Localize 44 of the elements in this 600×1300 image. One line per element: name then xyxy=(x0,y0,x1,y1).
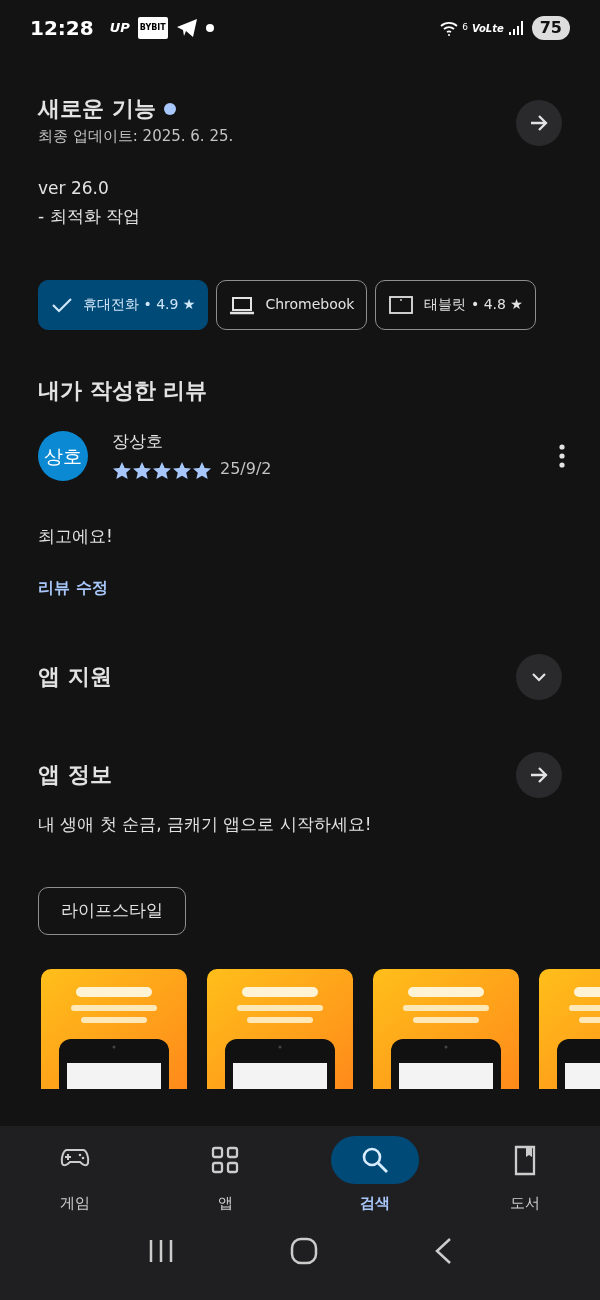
nav-tab[interactable]: 도서 xyxy=(450,1126,600,1216)
recent-apps-icon[interactable] xyxy=(148,1238,174,1263)
avatar: 상호 xyxy=(38,431,88,482)
edit-review-link[interactable]: 리뷰 수정 xyxy=(38,575,108,600)
dot-icon xyxy=(205,24,214,32)
release-note: ver 26.0 xyxy=(38,176,110,200)
section-title: 앱 지원 xyxy=(38,663,112,691)
update-date: 최종 업데이트: 2025. 6. 25. xyxy=(38,126,234,147)
battery-indicator: 75 xyxy=(531,16,570,40)
signal-icon xyxy=(507,20,524,36)
section-title: 새로운 기능 xyxy=(38,95,156,123)
nav-tab[interactable]: 앱 xyxy=(150,1126,300,1216)
device-filter-chip[interactable]: Chromebook xyxy=(216,279,368,330)
review-date: 25/9/2 xyxy=(220,458,272,480)
release-note: - 최적화 작업 xyxy=(38,204,141,228)
device-filter-chip[interactable]: 휴대전화 • 4.9 ★ xyxy=(38,279,209,330)
back-icon[interactable] xyxy=(434,1236,452,1265)
more-options-icon[interactable] xyxy=(558,444,566,469)
section-title: 내가 작성한 리뷰 xyxy=(38,376,209,405)
home-icon[interactable] xyxy=(290,1236,318,1265)
app-description: 내 생애 첫 순금, 금캐기 앱으로 시작하세요! xyxy=(38,812,373,836)
star-icon xyxy=(192,460,212,481)
reviewer-name: 장상호 xyxy=(112,429,164,453)
category-chip[interactable]: 라이프스타일 xyxy=(38,887,186,935)
wifi-icon xyxy=(440,20,459,36)
notification-logo: BYBIT xyxy=(137,17,168,39)
network-label: VoLte xyxy=(471,21,504,36)
send-icon xyxy=(175,18,198,38)
notification-logo: UP xyxy=(109,19,130,38)
star-icon xyxy=(132,460,152,481)
device-filter-chip[interactable]: 태블릿 • 4.8 ★ xyxy=(375,279,536,330)
next-button[interactable] xyxy=(516,751,562,798)
apps-grid-icon xyxy=(209,1144,241,1176)
nav-tab[interactable]: 게임 xyxy=(0,1126,150,1216)
star-icon xyxy=(152,460,172,481)
star-icon xyxy=(112,460,132,481)
wifi-label: 6 xyxy=(462,21,468,35)
review-text: 최고에요! xyxy=(38,525,114,548)
nav-tab[interactable]: 검색 xyxy=(300,1126,450,1216)
section-title: 앱 정보 xyxy=(38,761,112,789)
tablet-icon xyxy=(388,293,415,316)
next-button[interactable] xyxy=(516,100,562,146)
clock: 12:28 xyxy=(30,15,94,42)
star-icon xyxy=(172,460,192,481)
